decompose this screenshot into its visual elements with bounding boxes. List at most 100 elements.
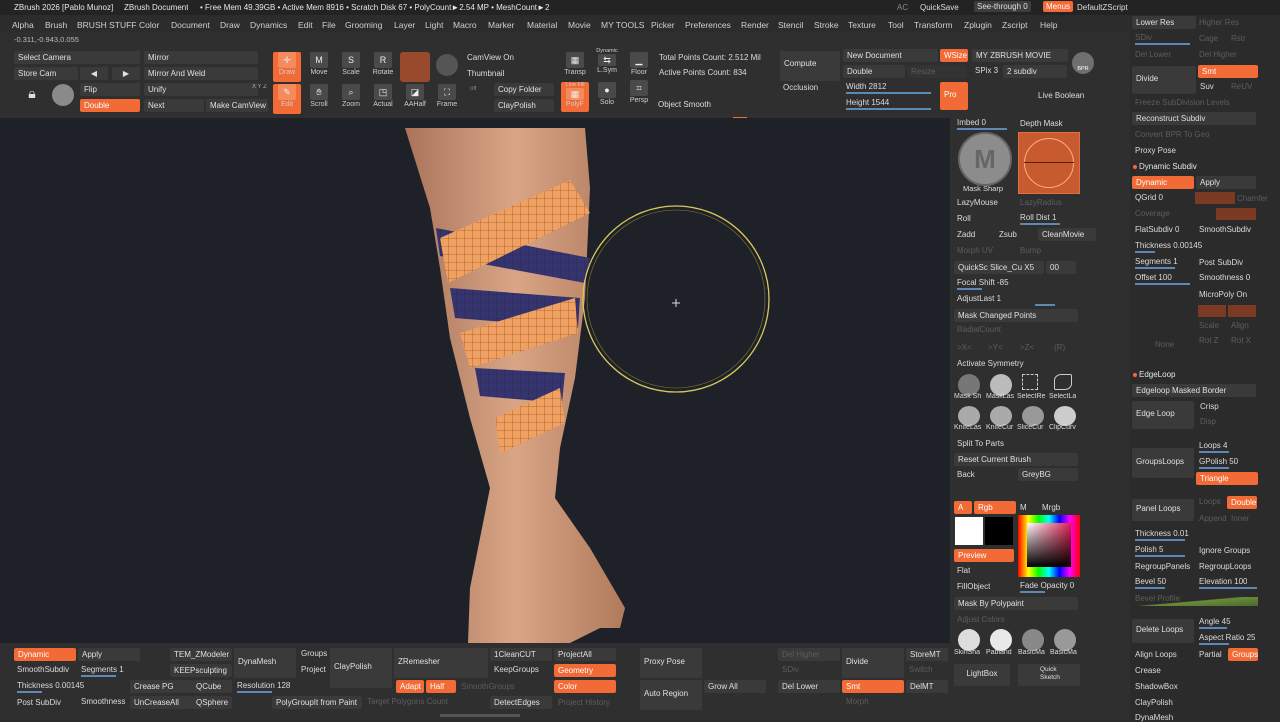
menu-marker[interactable]: Marker	[488, 20, 514, 30]
menu-brush[interactable]: Brush	[45, 20, 67, 30]
copy-folder-button[interactable]: Copy Folder	[494, 83, 554, 96]
actual-button[interactable]: ◳ Actual	[369, 84, 397, 114]
skinshade-material-icon[interactable]	[958, 629, 980, 651]
segments-bar[interactable]	[1135, 267, 1175, 269]
sym-z-toggle[interactable]: >Z<	[1020, 343, 1034, 352]
geometry-toggle[interactable]: Geometry	[554, 664, 616, 677]
frame-button[interactable]: ⛶ Frame	[433, 84, 461, 114]
occlusion-button[interactable]: Occlusion	[783, 83, 818, 92]
my-zbrush-movie-button[interactable]: MY ZBRUSH MOVIE	[972, 49, 1068, 62]
scale-button[interactable]: S Scale	[337, 52, 365, 82]
bottom-proxy-pose-button[interactable]: Proxy Pose	[640, 648, 702, 678]
primary-color-swatch[interactable]	[955, 517, 983, 545]
elevation-slider[interactable]: Elevation 100	[1199, 577, 1247, 586]
bottom-del-higher-button[interactable]: Del Higher	[778, 648, 840, 661]
edge-loop-button[interactable]: Edge Loop	[1132, 401, 1194, 429]
auto-region-button[interactable]: Auto Region	[640, 680, 702, 710]
live-boolean-toggle[interactable]: Live Boolean	[1038, 91, 1084, 100]
sym-r-toggle[interactable]: (R)	[1054, 343, 1065, 352]
menu-grooming[interactable]: Grooming	[345, 20, 382, 30]
fade-opacity-bar[interactable]	[1020, 591, 1045, 593]
focal-shift-slider[interactable]: Focal Shift -85	[957, 278, 1009, 287]
menu-render[interactable]: Render	[741, 20, 769, 30]
thickness-slider[interactable]: Thickness 0.00145	[1135, 241, 1202, 250]
quickslice-button[interactable]: QuickSc Slice_Cu X5	[954, 261, 1044, 274]
keepgroups-toggle[interactable]: KeepGroups	[494, 665, 539, 674]
knife-curve-tool-icon[interactable]	[990, 406, 1012, 426]
double-document-button[interactable]: Double	[843, 65, 905, 78]
activate-symmetry-toggle[interactable]: Activate Symmetry	[957, 359, 1024, 368]
slice-curve-tool-icon[interactable]	[1022, 406, 1044, 426]
compute-button[interactable]: Compute	[780, 51, 840, 81]
select-camera-button[interactable]: Select Camera	[14, 51, 140, 64]
suv-toggle[interactable]: Suv	[1200, 82, 1214, 91]
grow-all-button[interactable]: Grow All	[704, 680, 766, 693]
double-button[interactable]: Double	[80, 99, 140, 112]
next-button[interactable]: Next	[144, 99, 204, 112]
bottom-sdiv-slider[interactable]: SDiv	[782, 665, 799, 674]
micropoly-swatch-1[interactable]	[1198, 305, 1226, 317]
menu-texture[interactable]: Texture	[848, 20, 876, 30]
disp-slider[interactable]: Disp	[1200, 417, 1216, 426]
chamfer-toggle[interactable]: Chamfer	[1237, 194, 1268, 203]
transp-button[interactable]: ▦ Transp	[561, 52, 589, 82]
uncreaseall-button[interactable]: UnCreaseAll	[130, 696, 192, 709]
lsym-button[interactable]: Dynamic ⇆ L.Sym	[593, 48, 621, 78]
flat-toggle[interactable]: Flat	[957, 566, 970, 575]
menu-edit[interactable]: Edit	[298, 20, 313, 30]
groupsloops-button[interactable]: GroupsLoops	[1132, 448, 1194, 478]
loops-bar[interactable]	[1199, 451, 1229, 453]
dynamic-toggle[interactable]: Dynamic	[1132, 176, 1194, 189]
micropoly-toggle[interactable]: MicroPoly On	[1199, 290, 1247, 299]
post-subdiv-toggle[interactable]: Post SubDiv	[1199, 258, 1243, 267]
bottom-thickness-slider[interactable]: Thickness 0.00145	[17, 681, 84, 690]
target-polygons-slider[interactable]: Target Polygons Count	[367, 697, 448, 706]
persp-button[interactable]: ⌗ Persp	[625, 80, 653, 110]
switch-button[interactable]: Switch	[909, 665, 933, 674]
regrouploops-toggle[interactable]: RegroupLoops	[1199, 562, 1251, 571]
inner-toggle[interactable]: Inner	[1231, 514, 1249, 523]
edgeloop-masked-border-button[interactable]: Edgeloop Masked Border	[1132, 384, 1256, 397]
project-toggle[interactable]: Project	[301, 665, 326, 674]
resize-button[interactable]: Resize	[907, 65, 967, 78]
zoom-button[interactable]: ⌕ Zoom	[337, 84, 365, 114]
solo-button[interactable]: ● Solo	[593, 82, 621, 112]
lock-icon[interactable]: 🔒︎	[14, 83, 50, 111]
storemt-button[interactable]: StoreMT	[906, 648, 948, 661]
make-camview-button[interactable]: Make CamView	[206, 99, 268, 112]
delete-loops-button[interactable]: Delete Loops	[1132, 619, 1194, 643]
sdiv-bar[interactable]	[1135, 43, 1190, 45]
qsphere-button[interactable]: QSphere	[192, 696, 232, 709]
panel-thickness-bar[interactable]	[1135, 539, 1185, 541]
qcube-button[interactable]: QCube	[192, 680, 232, 693]
color-picker[interactable]	[1018, 515, 1080, 577]
panel-thickness-slider[interactable]: Thickness 0.01	[1135, 529, 1189, 538]
detectedges-button[interactable]: DetectEdges	[490, 696, 552, 709]
color-toggle[interactable]: Color	[554, 680, 616, 693]
gpolish-slider[interactable]: GPolish 50	[1199, 457, 1238, 466]
pro-button[interactable]: Pro	[940, 82, 968, 110]
bump-button[interactable]: Bump	[1020, 246, 1041, 255]
next-camera-button[interactable]: ▶	[112, 67, 140, 80]
aspect-ratio-slider[interactable]: Aspect Ratio 25	[1199, 633, 1255, 642]
menu-color[interactable]: Color	[139, 20, 159, 30]
draw-button[interactable]: ✛ Draw	[273, 52, 301, 82]
menus-toggle[interactable]: Menus	[1043, 1, 1074, 12]
subdiv-button[interactable]: 2 subdiv	[1003, 65, 1067, 78]
menu-layer[interactable]: Layer	[394, 20, 415, 30]
menu-alpha[interactable]: Alpha	[12, 20, 34, 30]
bevel-profile-graph[interactable]	[1134, 597, 1258, 606]
adjustlast-slider[interactable]: AdjustLast 1	[957, 294, 1001, 303]
pabland-material-icon[interactable]	[990, 629, 1012, 651]
bottom-dynamic-toggle[interactable]: Dynamic	[14, 648, 76, 661]
bottom-divide-button[interactable]: Divide	[842, 648, 904, 678]
new-document-button[interactable]: New Document	[843, 49, 938, 62]
adjustlast-bar[interactable]	[1035, 304, 1055, 306]
material-swatch-icon[interactable]	[400, 52, 430, 82]
menu-help[interactable]: Help	[1040, 20, 1057, 30]
knife-lasso-tool-icon[interactable]	[958, 406, 980, 426]
menu-draw[interactable]: Draw	[220, 20, 240, 30]
reconstruct-subdiv-button[interactable]: Reconstruct Subdiv	[1132, 112, 1256, 125]
smt-toggle[interactable]: Smt	[1198, 65, 1258, 78]
bottom-segments-slider[interactable]: Segments 1	[81, 665, 124, 674]
